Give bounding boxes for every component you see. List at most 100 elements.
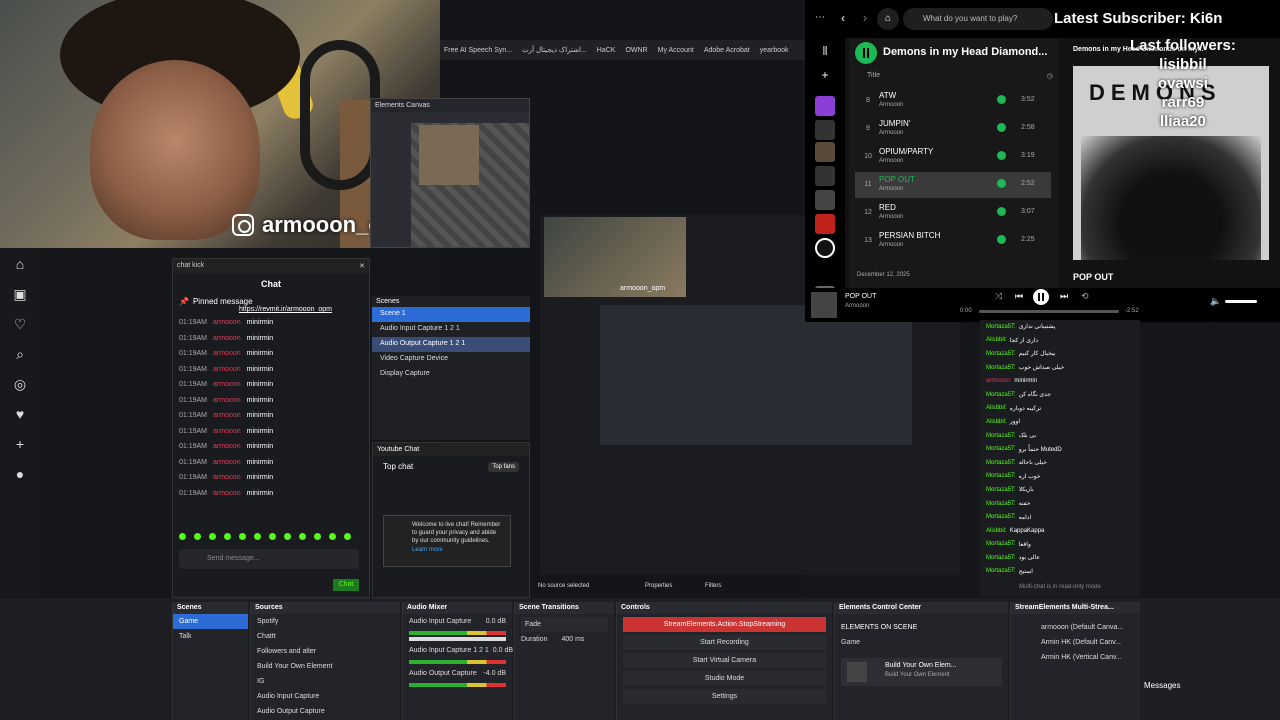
back-icon[interactable]: ‹ — [841, 11, 845, 25]
multistream-row[interactable]: armooon (Default Canva... — [1011, 620, 1140, 635]
home-icon[interactable]: ⌂ — [877, 8, 899, 30]
library-icon[interactable]: ⫼ — [815, 46, 835, 66]
plus-icon[interactable]: + — [12, 436, 28, 452]
scene-item[interactable]: Video Capture Device — [372, 352, 530, 367]
home-icon[interactable]: ⌂ — [12, 256, 28, 272]
top-chat-dropdown[interactable]: Top chat — [383, 462, 413, 472]
bookmark-item[interactable]: My Account — [658, 47, 694, 54]
volume-fader[interactable] — [409, 637, 506, 641]
more-icon[interactable]: ⋯ — [815, 12, 825, 23]
emote-icon[interactable] — [239, 533, 246, 540]
playlist-thumb[interactable] — [815, 190, 835, 210]
start-recording-button[interactable]: Start Recording — [623, 635, 826, 650]
transition-select[interactable]: Fade — [521, 617, 608, 632]
emote-icon[interactable] — [269, 533, 276, 540]
source-item[interactable]: Spotify — [251, 614, 400, 629]
chat-message: 01:19AM armooon minirmin — [173, 470, 369, 486]
liked-songs-thumb[interactable] — [815, 96, 835, 116]
playlist-thumb[interactable] — [815, 142, 835, 162]
saved-check-icon[interactable] — [997, 151, 1006, 160]
filters-button[interactable]: Filters — [705, 583, 721, 589]
track-row[interactable]: 9 JUMPIN' Armooon 2:58 — [855, 116, 1051, 142]
playlist-play-button[interactable] — [855, 42, 877, 64]
emote-icon[interactable] — [329, 533, 336, 540]
emote-icon[interactable] — [254, 533, 261, 540]
add-icon[interactable]: + — [815, 68, 835, 88]
bookmark-item[interactable]: Free AI Speech Syn... — [444, 47, 512, 54]
chat-send-button[interactable]: Chat — [333, 579, 359, 591]
duration-input[interactable]: 400 ms — [561, 632, 584, 647]
source-item[interactable]: Followers and alter — [251, 644, 400, 659]
heart-icon[interactable]: ♥ — [12, 406, 28, 422]
avatar-icon[interactable]: ● — [12, 466, 28, 482]
emote-icon[interactable] — [224, 533, 231, 540]
forward-icon[interactable]: › — [863, 11, 867, 25]
emote-icon[interactable] — [344, 533, 351, 540]
progress-bar[interactable] — [979, 310, 1119, 313]
source-item[interactable]: IG — [251, 674, 400, 689]
source-item[interactable]: Build Your Own Element — [251, 659, 400, 674]
emote-icon[interactable] — [194, 533, 201, 540]
playlist-thumb[interactable] — [815, 166, 835, 186]
next-icon[interactable]: ⏭ — [1060, 291, 1068, 302]
emote-icon[interactable] — [209, 533, 216, 540]
track-row[interactable]: 10 OPIUM/PARTY Armooon 3:19 — [855, 144, 1051, 170]
volume-slider[interactable] — [1225, 300, 1257, 303]
close-icon[interactable]: ✕ — [359, 262, 365, 270]
track-row[interactable]: 12 RED Armooon 3:07 — [855, 200, 1051, 226]
pinned-link[interactable]: https://revmit.ir/armooon_opm — [239, 306, 363, 313]
previous-icon[interactable]: ⏮ — [1015, 291, 1023, 302]
bookmark-item[interactable]: OWNR — [625, 47, 647, 54]
multistream-row[interactable]: Armin HK (Vertical Canv... — [1011, 650, 1140, 665]
source-item[interactable]: Chattt — [251, 629, 400, 644]
playlist-thumb[interactable] — [815, 120, 835, 140]
source-item[interactable]: Audio Output Capture — [251, 704, 400, 719]
track-row[interactable]: 8 ATW Armooon 3:52 — [855, 88, 1051, 114]
studio-mode-button[interactable]: Studio Mode — [623, 671, 826, 686]
scene-item[interactable]: Audio Output Capture 1 2 1 — [372, 337, 530, 352]
bookmark-item[interactable]: HaCK — [597, 47, 616, 54]
emote-icon[interactable] — [299, 533, 306, 540]
learn-more-link[interactable]: Learn more — [412, 547, 504, 555]
bookmark-item[interactable]: yearbook — [760, 47, 789, 54]
shuffle-icon[interactable]: ⤨ — [995, 291, 1002, 302]
saved-check-icon[interactable] — [997, 207, 1006, 216]
video-icon[interactable]: ▣ — [12, 286, 28, 302]
multistream-row[interactable]: Armin HK (Default Canv... — [1011, 635, 1140, 650]
emote-icon[interactable] — [284, 533, 291, 540]
saved-check-icon[interactable] — [997, 235, 1006, 244]
bookmark-item[interactable]: Adobe Acrobat — [704, 47, 750, 54]
stop-streaming-button[interactable]: StreamElements.Action.StopStreaming — [623, 617, 826, 632]
emote-icon[interactable] — [179, 533, 186, 540]
scene-item[interactable]: Scene 1 — [372, 307, 530, 322]
bookmark-item[interactable]: اشتراک دیجیتال آرت... — [522, 46, 587, 54]
send-message-input[interactable]: Send message... — [179, 549, 359, 569]
saved-check-icon[interactable] — [997, 179, 1006, 188]
saved-check-icon[interactable] — [997, 95, 1006, 104]
spotify-search-input[interactable]: What do you want to play? — [903, 8, 1053, 30]
playlist-thumb[interactable] — [815, 238, 835, 258]
scene-talk[interactable]: Talk — [173, 629, 248, 644]
scene-item[interactable]: Audio Input Capture 1 2 1 — [372, 322, 530, 337]
saved-check-icon[interactable] — [997, 123, 1006, 132]
emote-icon[interactable] — [314, 533, 321, 540]
playlist-thumb[interactable] — [815, 214, 835, 234]
compass-icon[interactable]: ◎ — [12, 376, 28, 392]
track-row[interactable]: 11 POP OUT Armooon 2:52 — [855, 172, 1051, 198]
heart-check-icon[interactable]: ♡ — [12, 316, 28, 332]
settings-button[interactable]: Settings — [623, 689, 826, 704]
mixer-channel-db: 0.0 dB — [492, 647, 514, 654]
track-row[interactable]: 13 PERSIAN BITCH Armooon 2:25 — [855, 228, 1051, 254]
top-fans-button[interactable]: Top fans — [488, 462, 519, 472]
repeat-icon[interactable]: ⟲ — [1081, 291, 1089, 302]
element-card[interactable]: Build Your Own Elem... Build Your Own El… — [841, 658, 1002, 686]
pause-button[interactable] — [1033, 289, 1049, 305]
volume-icon[interactable]: 🔈 — [1210, 296, 1221, 307]
mixer-channel-name: Audio Input Capture 1 2 1 — [409, 647, 489, 654]
source-item[interactable]: Audio Input Capture — [251, 689, 400, 704]
start-virtual-camera-button[interactable]: Start Virtual Camera — [623, 653, 826, 668]
scene-game[interactable]: Game — [173, 614, 248, 629]
properties-button[interactable]: Properties — [645, 583, 672, 589]
search-icon[interactable]: ⌕ — [12, 346, 28, 362]
scene-item[interactable]: Display Capture — [372, 367, 530, 382]
